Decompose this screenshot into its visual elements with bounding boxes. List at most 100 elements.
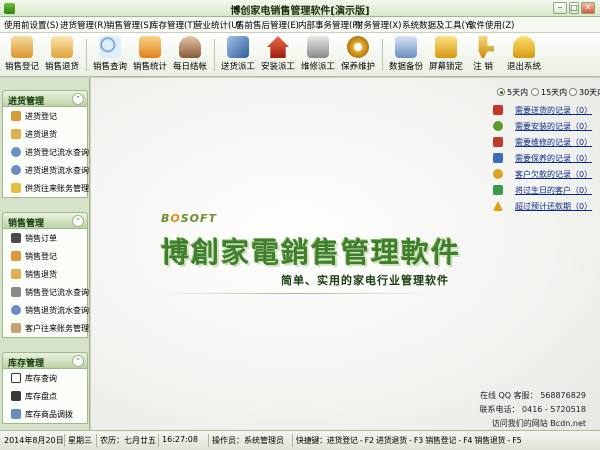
toolbar-sales-register-button[interactable]: 销售登记 bbox=[4, 36, 40, 74]
sidebar-item-label: 库存商品调拨 bbox=[25, 410, 73, 419]
exit-system-icon bbox=[513, 36, 535, 58]
toolbar-label: 数据备份 bbox=[388, 62, 423, 72]
sidebar-item-label: 销售登记 bbox=[25, 252, 57, 261]
sidebar-item-purchase-register[interactable]: 进货登记 bbox=[3, 107, 87, 125]
radio-checked-icon bbox=[497, 88, 505, 96]
data-backup-icon bbox=[395, 36, 417, 58]
toolbar-label: 每日结帐 bbox=[172, 62, 207, 72]
panel-body: 进货登记 进货退货 进货登记流水查询 进货退货流水查询 供货往来账务管理 bbox=[2, 107, 89, 198]
brand-title: 博創家電銷售管理軟件 bbox=[161, 236, 462, 269]
toolbar-label: 销售登记 bbox=[4, 62, 39, 72]
toolbar-install-dispatch-button[interactable]: 安装派工 bbox=[260, 36, 296, 74]
minimize-button[interactable]: ‒ bbox=[553, 2, 567, 14]
alert-text: 需要送货的记录（0） bbox=[515, 106, 593, 115]
menu-bar: 使用前设置(S) 进货管理(R) 销售管理(S) 库存管理(T) 营业统计(U)… bbox=[0, 17, 600, 33]
sidebar-item-purchase-return-log[interactable]: 进货退货流水查询 bbox=[3, 161, 89, 179]
range-label: 5天内 bbox=[507, 88, 529, 97]
sidebar-item-customer-accounts[interactable]: 客户往来账务管理 bbox=[3, 319, 89, 337]
menu-finance[interactable]: 财务管理(X) bbox=[355, 19, 401, 31]
sidebar-item-sales-return-log[interactable]: 销售退货流水查询 bbox=[3, 301, 89, 319]
sales-query-icon bbox=[99, 36, 121, 58]
customer-accounts-icon bbox=[11, 323, 21, 333]
sidebar-item-inventory-transfer[interactable]: 库存商品调拨 bbox=[3, 405, 87, 423]
toolbar-delivery-dispatch-button[interactable]: 送货派工 bbox=[220, 36, 256, 74]
sales-return-icon bbox=[51, 36, 73, 58]
sidebar-item-supplier-accounts[interactable]: 供货往来账务管理 bbox=[3, 179, 89, 197]
toolbar-label: 保养维护 bbox=[340, 62, 375, 72]
menu-sales[interactable]: 销售管理(S) bbox=[106, 19, 152, 31]
toolbar-logout-button[interactable]: 注 销 bbox=[468, 36, 498, 74]
brand-logo-part: O bbox=[170, 212, 181, 225]
brand-subtitle: 简单、实用的家电行业管理软件 bbox=[281, 274, 449, 287]
contact-qq: 在线 QQ 客服： 568876829 bbox=[479, 391, 586, 400]
close-button[interactable]: ✕ bbox=[581, 2, 595, 14]
status-separator bbox=[208, 434, 209, 447]
status-lunar-date: 农历：七月廿五 bbox=[100, 436, 156, 445]
status-bar: 2014年8月20日 星期三 农历：七月廿五 16:27:08 操作员：系统管理… bbox=[0, 430, 600, 450]
toolbar-maintenance-button[interactable]: 保养维护 bbox=[340, 36, 376, 74]
sidebar-item-inventory-count[interactable]: 库存盘点 bbox=[3, 387, 87, 405]
toolbar-exit-system-button[interactable]: 退出系统 bbox=[504, 36, 544, 74]
purchase-return-icon bbox=[11, 129, 21, 139]
pen-icon bbox=[11, 287, 21, 297]
maximize-button[interactable]: □ bbox=[569, 2, 579, 14]
toolbar-label: 销售查询 bbox=[92, 62, 127, 72]
sidebar-item-sales-register-log[interactable]: 销售登记流水查询 bbox=[3, 283, 89, 301]
collapse-icon[interactable]: ⌃ bbox=[72, 93, 84, 105]
sales-return-icon bbox=[11, 269, 21, 279]
toolbar-data-backup-button[interactable]: 数据备份 bbox=[388, 36, 424, 74]
sidebar-item-label: 销售登记流水查询 bbox=[25, 288, 89, 297]
purchase-register-icon bbox=[11, 111, 21, 121]
menu-internal-affairs[interactable]: 内部事务管理(P) bbox=[298, 19, 361, 31]
screen-lock-icon bbox=[435, 36, 457, 58]
sidebar-item-inventory-query[interactable]: 库存查询 bbox=[3, 369, 87, 387]
panel-header[interactable]: 库存管理 ⌃ bbox=[2, 352, 88, 369]
status-shortcuts: 快捷键：进货登记 - F2 进货退货 - F3 销售登记 - F4 销售退货 -… bbox=[296, 436, 522, 445]
main-content: BOSOFT 博創家電銷售管理軟件 简单、实用的家电行业管理软件 5天内 15天… bbox=[91, 78, 600, 430]
panel-header[interactable]: 进货管理 ⌃ bbox=[2, 90, 88, 107]
status-separator bbox=[158, 434, 159, 447]
menu-setup[interactable]: 使用前设置(S) bbox=[4, 19, 59, 31]
menu-presales-aftersales[interactable]: 售前售后管理(E) bbox=[236, 19, 299, 31]
toolbar-repair-dispatch-button[interactable]: 维修派工 bbox=[300, 36, 336, 74]
search-icon bbox=[11, 305, 21, 315]
panel-inventory: 库存管理 ⌃ 库存查询 库存盘点 库存商品调拨 bbox=[2, 352, 88, 424]
warning-icon bbox=[493, 201, 503, 211]
toolbar-sales-return-button[interactable]: 销售退货 bbox=[44, 36, 80, 74]
delivery-dispatch-icon bbox=[227, 36, 249, 58]
logout-icon bbox=[478, 36, 494, 58]
sidebar-item-label: 供货往来账务管理 bbox=[25, 184, 89, 193]
sidebar: 进货管理 ⌃ 进货登记 进货退货 进货登记流水查询 进货退货流水查询 供货往来账… bbox=[0, 78, 90, 430]
repair-dispatch-icon bbox=[307, 36, 329, 58]
range-15days-radio[interactable]: 15天内 bbox=[531, 87, 567, 98]
sidebar-item-purchase-return[interactable]: 进货退货 bbox=[3, 125, 87, 143]
alert-text: 超过预计还款期（0） bbox=[515, 202, 593, 211]
menu-data-tools[interactable]: 系统数据及工具(Y) bbox=[402, 19, 473, 31]
toolbar: 销售登记 销售退货 销售查询 销售统计 每日结帐 送货派工 安装派工 维修派工 … bbox=[0, 33, 600, 77]
collapse-icon[interactable]: ⌃ bbox=[72, 215, 84, 227]
toolbar-label: 维修派工 bbox=[300, 62, 335, 72]
sidebar-item-sales-return[interactable]: 销售退货 bbox=[3, 265, 87, 283]
toolbar-label: 销售统计 bbox=[132, 62, 167, 72]
menu-purchase[interactable]: 进货管理(R) bbox=[60, 19, 107, 31]
collapse-icon[interactable]: ⌃ bbox=[72, 355, 84, 367]
toolbar-sales-query-button[interactable]: 销售查询 bbox=[92, 36, 128, 74]
daily-settle-icon bbox=[179, 36, 201, 58]
range-5days-radio[interactable]: 5天内 bbox=[497, 87, 528, 98]
contact-website-link[interactable]: 访问我们的网站 Bcdn.net bbox=[492, 418, 586, 429]
toolbar-label: 屏幕锁定 bbox=[428, 62, 463, 72]
sidebar-item-sales-register[interactable]: 销售登记 bbox=[3, 247, 87, 265]
inventory-query-icon bbox=[11, 373, 21, 383]
panel-header[interactable]: 销售管理 ⌃ bbox=[2, 212, 88, 229]
menu-business-stats[interactable]: 营业统计(U) bbox=[194, 19, 241, 31]
menu-inventory[interactable]: 库存管理(T) bbox=[150, 19, 196, 31]
sidebar-item-sales-order[interactable]: 销售订单 bbox=[3, 229, 87, 247]
sales-register-icon bbox=[11, 36, 33, 58]
range-30days-radio[interactable]: 30天内 bbox=[569, 87, 600, 98]
toolbar-daily-settle-button[interactable]: 每日结帐 bbox=[172, 36, 208, 74]
menu-software-usage[interactable]: 软件使用(Z) bbox=[468, 19, 514, 31]
toolbar-screen-lock-button[interactable]: 屏幕锁定 bbox=[428, 36, 464, 74]
alert-text: 需要安装的记录（0） bbox=[515, 122, 593, 131]
toolbar-sales-stats-button[interactable]: 销售统计 bbox=[132, 36, 168, 74]
sidebar-item-purchase-register-log[interactable]: 进货登记流水查询 bbox=[3, 143, 89, 161]
